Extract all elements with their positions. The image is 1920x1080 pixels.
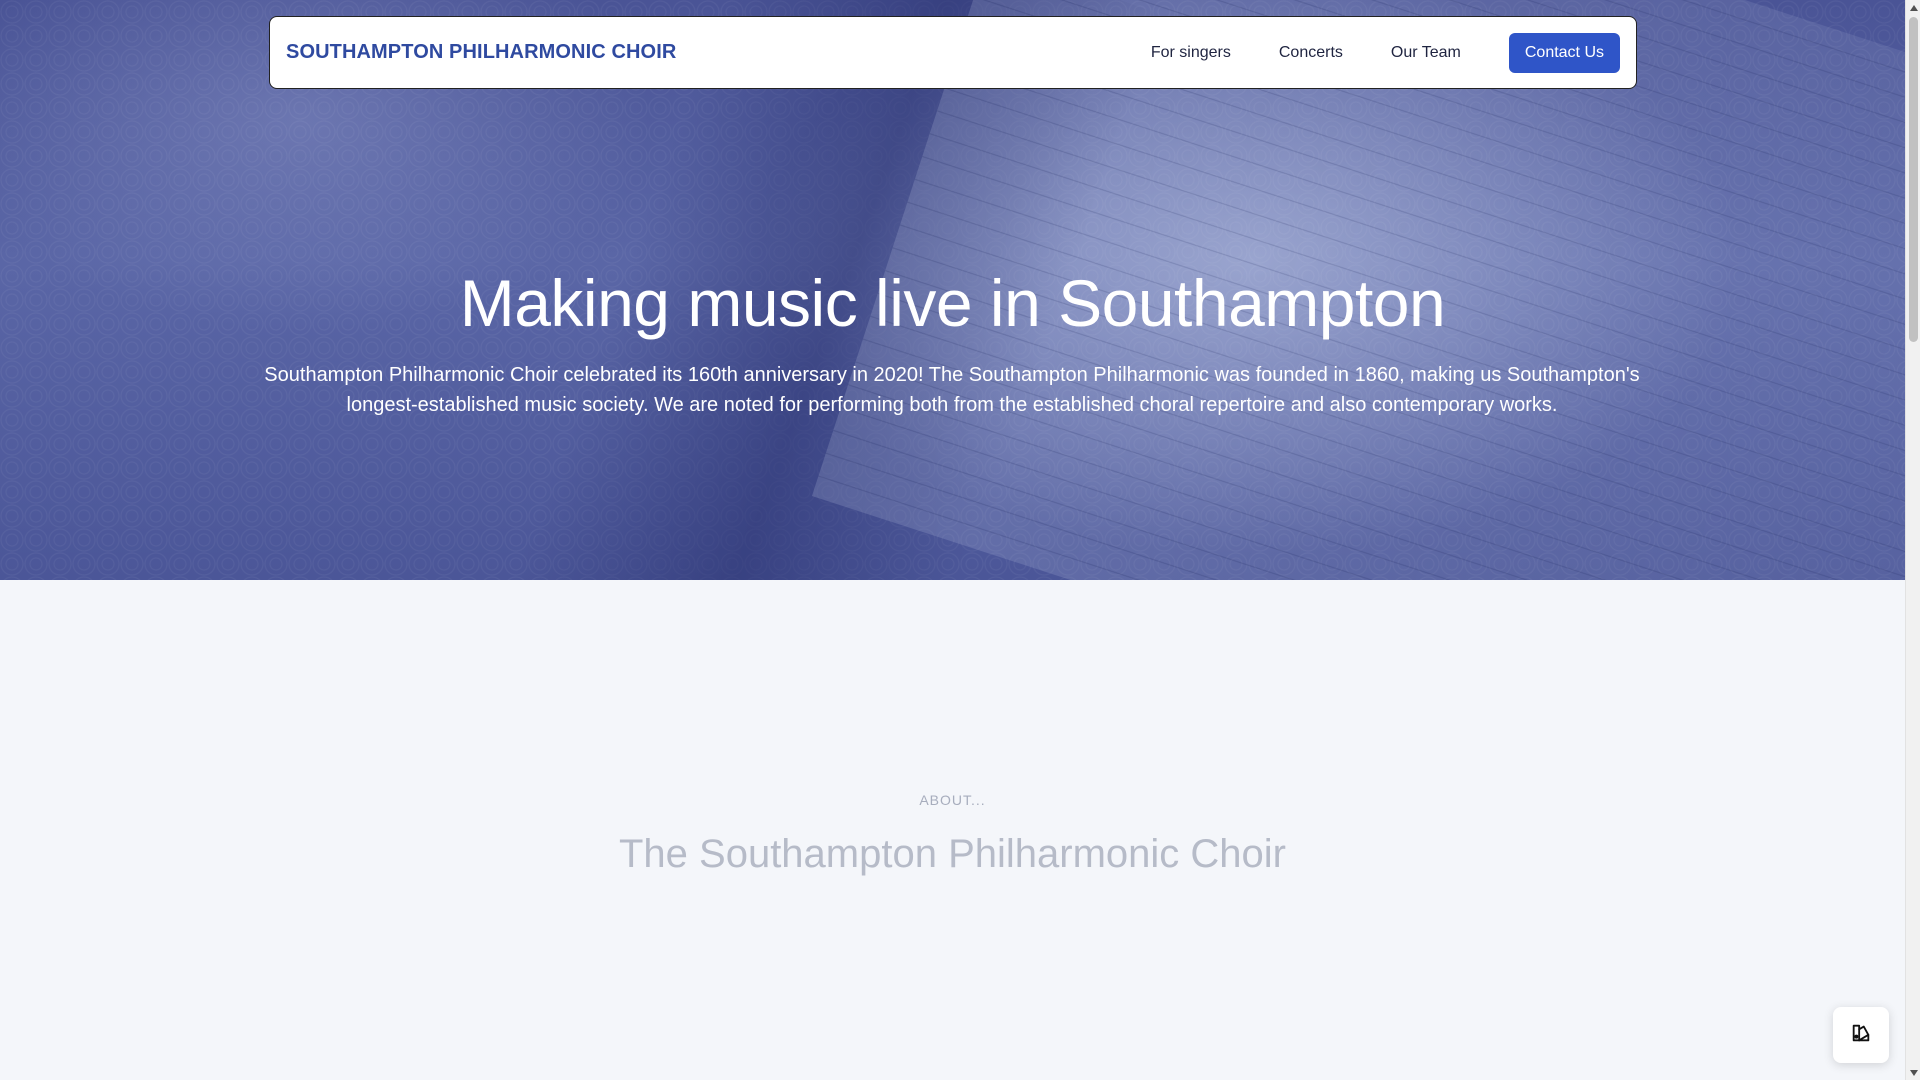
- navbar: SOUTHAMPTON PHILHARMONIC CHOIR For singe…: [269, 16, 1637, 89]
- nav-links: For singers Concerts Our Team Contact Us: [1151, 32, 1620, 73]
- scroll-up-icon[interactable]: [1906, 0, 1920, 15]
- nav-link-concerts[interactable]: Concerts: [1279, 44, 1343, 62]
- scrollbar-thumb[interactable]: [1909, 17, 1918, 342]
- contact-us-button[interactable]: Contact Us: [1508, 32, 1620, 73]
- accessibility-widget-button[interactable]: [1833, 1007, 1889, 1063]
- hero-section: SOUTHAMPTON PHILHARMONIC CHOIR For singe…: [0, 0, 1905, 580]
- nav-link-for-singers[interactable]: For singers: [1151, 44, 1231, 62]
- about-eyebrow: ABOUT...: [919, 792, 986, 808]
- nav-link-our-team[interactable]: Our Team: [1391, 44, 1461, 62]
- hero-subtitle: Southampton Philharmonic Choir celebrate…: [264, 364, 1640, 416]
- about-title: The Southampton Philharmonic Choir: [618, 832, 1286, 876]
- hero-title: Making music live in Southampton: [459, 266, 1446, 340]
- page: SOUTHAMPTON PHILHARMONIC CHOIR For singe…: [0, 0, 1905, 1080]
- scroll-down-icon[interactable]: [1906, 1065, 1920, 1080]
- scrollbar[interactable]: [1905, 0, 1920, 1080]
- palette-icon: [1850, 1022, 1872, 1049]
- brand-link[interactable]: SOUTHAMPTON PHILHARMONIC CHOIR: [286, 41, 676, 64]
